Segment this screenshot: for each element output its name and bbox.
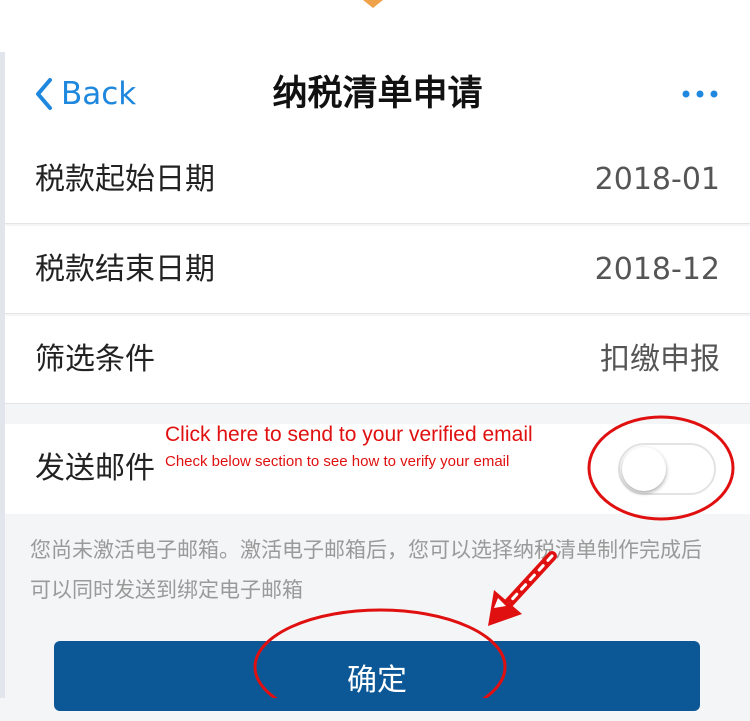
- end-date-value: 2018-12: [594, 252, 720, 287]
- page-title: 纳税清单申请: [272, 74, 483, 114]
- end-date-row[interactable]: 税款结束日期 2018-12: [5, 226, 750, 314]
- start-date-value: 2018-01: [594, 162, 720, 197]
- annotation-secondary: Check below section to see how to verify…: [165, 453, 510, 470]
- more-button[interactable]: [678, 82, 722, 106]
- email-note: 您尚未激活电子邮箱。激活电子邮箱后，您可以选择纳税清单制作完成后可以同时发送到绑…: [30, 538, 702, 602]
- start-date-row[interactable]: 税款起始日期 2018-01: [5, 136, 750, 224]
- start-date-label: 税款起始日期: [35, 162, 215, 197]
- annotation-primary: Click here to send to your verified emai…: [165, 423, 533, 446]
- filter-row[interactable]: 筛选条件 扣缴申报: [5, 316, 750, 404]
- send-email-toggle[interactable]: [618, 443, 716, 495]
- confirm-button[interactable]: 确定: [54, 641, 700, 711]
- section-gap: [5, 404, 750, 424]
- ellipsis-icon: [682, 90, 718, 98]
- filter-label: 筛选条件: [35, 342, 155, 377]
- toggle-knob: [622, 447, 666, 491]
- down-arrow-icon: [363, 0, 383, 8]
- filter-value: 扣缴申报: [600, 342, 720, 377]
- top-strip: [0, 0, 750, 52]
- send-email-label: 发送邮件: [35, 451, 155, 486]
- end-date-label: 税款结束日期: [35, 252, 215, 287]
- navigation-bar: Back 纳税清单申请: [5, 52, 750, 136]
